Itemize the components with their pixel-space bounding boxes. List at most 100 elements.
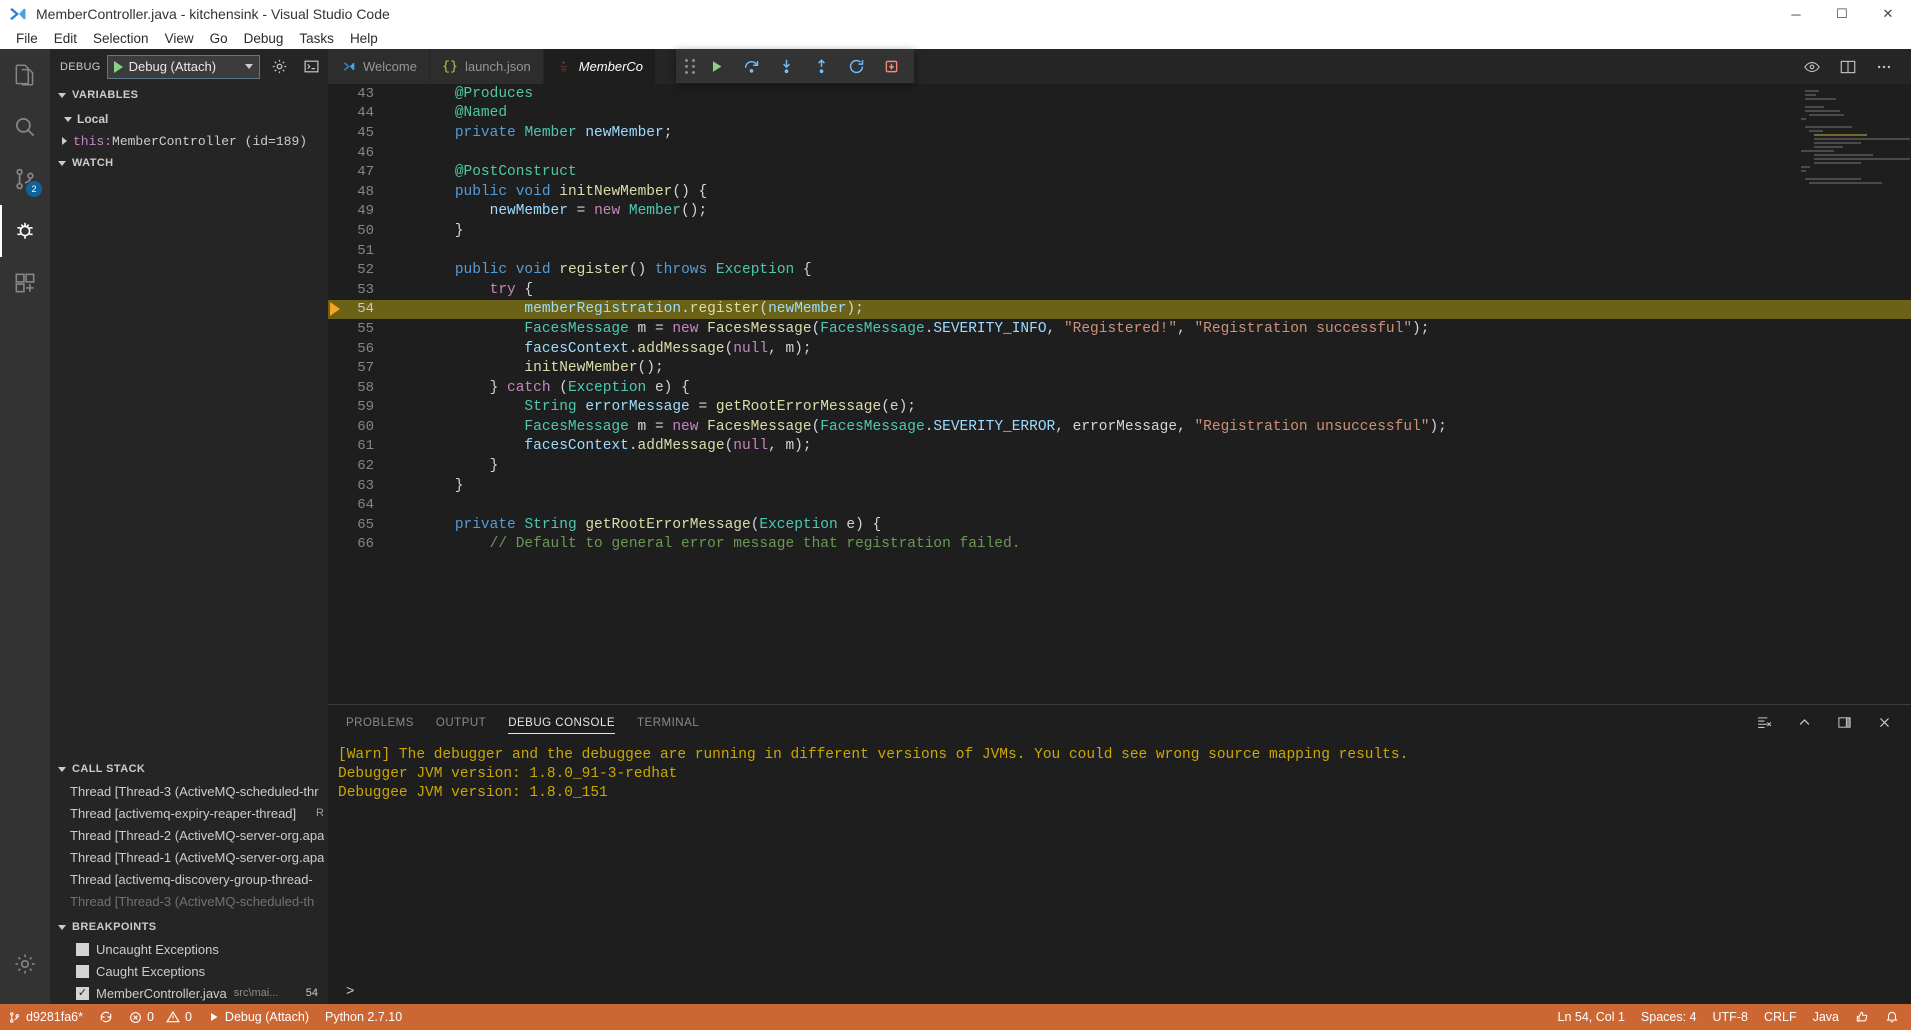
menu-help[interactable]: Help xyxy=(342,28,386,49)
menu-view[interactable]: View xyxy=(157,28,202,49)
tab-launch-json[interactable]: {} launch.json xyxy=(429,49,544,84)
breakpoint-arrow-icon[interactable] xyxy=(330,302,340,317)
code-line[interactable]: 59 String errorMessage = getRootErrorMes… xyxy=(328,398,1911,418)
code-line[interactable]: 49 newMember = new Member(); xyxy=(328,202,1911,222)
callstack-row[interactable]: Thread [activemq-discovery-group-thread- xyxy=(50,868,328,890)
continue-button[interactable] xyxy=(700,51,733,81)
clear-console-icon[interactable] xyxy=(1751,710,1777,736)
status-branch[interactable]: d9281fa6* xyxy=(0,1004,91,1030)
code-line[interactable]: 56 facesContext.addMessage(null, m); xyxy=(328,339,1911,359)
menu-selection[interactable]: Selection xyxy=(85,28,157,49)
tab-debug-console[interactable]: DEBUG CONSOLE xyxy=(508,705,615,740)
debug-settings-gear-icon[interactable] xyxy=(266,54,292,80)
code-line[interactable]: 46 xyxy=(328,143,1911,163)
variables-scope-local[interactable]: Local xyxy=(50,108,328,130)
breakpoints-section-header[interactable]: BREAKPOINTS xyxy=(50,916,328,938)
code-line[interactable]: 55 FacesMessage m = new FacesMessage(Fac… xyxy=(328,319,1911,339)
status-feedback-icon[interactable] xyxy=(1847,1004,1877,1030)
activity-gear-icon[interactable] xyxy=(0,938,50,990)
tab-terminal[interactable]: TERMINAL xyxy=(637,705,699,740)
code-line[interactable]: 53 try { xyxy=(328,280,1911,300)
breakpoint-row[interactable]: Caught Exceptions xyxy=(50,960,328,982)
menu-tasks[interactable]: Tasks xyxy=(291,28,342,49)
breakpoint-row[interactable]: Uncaught Exceptions xyxy=(50,938,328,960)
code-line[interactable]: 47 @PostConstruct xyxy=(328,162,1911,182)
debug-configuration-select[interactable]: Debug (Attach) xyxy=(106,54,260,79)
activity-extensions-icon[interactable] xyxy=(0,257,50,309)
breakpoint-checkbox[interactable] xyxy=(76,986,89,1000)
step-over-button[interactable] xyxy=(735,51,768,81)
code-line[interactable]: 54 memberRegistration.register(newMember… xyxy=(328,299,1911,320)
drag-grip-icon[interactable] xyxy=(682,56,698,76)
tab-membercontroller[interactable]: MemberCon xyxy=(543,49,656,84)
code-line[interactable]: 43 @Produces xyxy=(328,84,1911,104)
code-line[interactable]: 57 initNewMember(); xyxy=(328,358,1911,378)
tab-output[interactable]: OUTPUT xyxy=(436,705,486,740)
code-line[interactable]: 61 facesContext.addMessage(null, m); xyxy=(328,437,1911,457)
step-into-button[interactable] xyxy=(770,51,803,81)
activity-explorer-icon[interactable] xyxy=(0,49,50,101)
activity-source-control-icon[interactable]: 2 xyxy=(0,153,50,205)
maximize-panel-icon[interactable] xyxy=(1791,710,1817,736)
status-problems[interactable]: 0 0 xyxy=(121,1004,200,1030)
floating-debug-toolbar[interactable] xyxy=(676,49,914,83)
breakpoint-checkbox[interactable] xyxy=(76,942,89,956)
stop-button[interactable] xyxy=(875,51,908,81)
menu-debug[interactable]: Debug xyxy=(236,28,292,49)
callstack-row[interactable]: Thread [Thread-1 (ActiveMQ-server-org.ap… xyxy=(50,846,328,868)
status-python-version[interactable]: Python 2.7.10 xyxy=(317,1004,410,1030)
breakpoint-row[interactable]: MemberController.java src\mai... 54 xyxy=(50,982,328,1004)
callstack-row[interactable]: Thread [Thread-3 (ActiveMQ-scheduled-th xyxy=(50,890,328,912)
menu-file[interactable]: File xyxy=(8,28,46,49)
menu-go[interactable]: Go xyxy=(202,28,236,49)
watch-section-header[interactable]: WATCH xyxy=(50,152,328,174)
code-line[interactable]: 44 @Named xyxy=(328,104,1911,124)
chevron-down-icon[interactable] xyxy=(245,64,253,69)
code-content[interactable]: 43 @Produces 44 @Named 45 private Member n… xyxy=(328,84,1911,704)
code-line[interactable]: 66 // Default to general error message t… xyxy=(328,535,1911,555)
code-line[interactable]: 58 } catch (Exception e) { xyxy=(328,378,1911,398)
open-debug-console-icon[interactable] xyxy=(298,54,324,80)
activity-debug-icon[interactable] xyxy=(0,205,50,257)
code-line[interactable]: 51 xyxy=(328,241,1911,261)
restart-button[interactable] xyxy=(840,51,873,81)
code-line[interactable]: 52 public void register() throws Excepti… xyxy=(328,260,1911,280)
status-sync[interactable] xyxy=(91,1004,121,1030)
preview-icon[interactable] xyxy=(1799,54,1825,80)
tab-welcome[interactable]: Welcome xyxy=(328,49,430,84)
status-indentation[interactable]: Spaces: 4 xyxy=(1633,1004,1705,1030)
status-language-mode[interactable]: Java xyxy=(1805,1004,1847,1030)
split-editor-icon[interactable] xyxy=(1835,54,1861,80)
close-button[interactable]: ✕ xyxy=(1865,0,1911,28)
close-panel-icon[interactable] xyxy=(1871,710,1897,736)
code-line[interactable]: 64 xyxy=(328,495,1911,515)
code-line[interactable]: 60 FacesMessage m = new FacesMessage(Fac… xyxy=(328,417,1911,437)
play-icon[interactable] xyxy=(113,60,123,73)
callstack-row[interactable]: Thread [activemq-expiry-reaper-thread] R xyxy=(50,802,328,824)
status-encoding[interactable]: UTF-8 xyxy=(1705,1004,1756,1030)
status-cursor-position[interactable]: Ln 54, Col 1 xyxy=(1550,1004,1633,1030)
breakpoint-checkbox[interactable] xyxy=(76,964,89,978)
code-line[interactable]: 50 } xyxy=(328,221,1911,241)
code-editor[interactable]: 43 @Produces 44 @Named 45 private Member n… xyxy=(328,84,1911,704)
callstack-row[interactable]: Thread [Thread-3 (ActiveMQ-scheduled-thr xyxy=(50,780,328,802)
callstack-section-header[interactable]: CALL STACK xyxy=(50,758,328,780)
minimap[interactable] xyxy=(1801,90,1910,250)
chevron-right-icon[interactable] xyxy=(62,137,67,145)
status-eol[interactable]: CRLF xyxy=(1756,1004,1805,1030)
toggle-sidebar-icon[interactable] xyxy=(1831,710,1857,736)
watch-body[interactable] xyxy=(50,174,328,758)
code-line[interactable]: 45 private Member newMember; xyxy=(328,123,1911,143)
callstack-row[interactable]: Thread [Thread-2 (ActiveMQ-server-org.ap… xyxy=(50,824,328,846)
code-line[interactable]: 48 public void initNewMember() { xyxy=(328,182,1911,202)
debug-console-input[interactable]: > xyxy=(328,980,1911,1004)
code-line[interactable]: 65 private String getRootErrorMessage(Ex… xyxy=(328,515,1911,535)
tab-problems[interactable]: PROBLEMS xyxy=(346,705,414,740)
debug-console-output[interactable]: [Warn] The debugger and the debuggee are… xyxy=(328,740,1911,1004)
variables-section-header[interactable]: VARIABLES xyxy=(50,84,328,106)
step-out-button[interactable] xyxy=(805,51,838,81)
maximize-button[interactable]: ☐ xyxy=(1819,0,1865,28)
status-bell-icon[interactable] xyxy=(1877,1004,1911,1030)
activity-search-icon[interactable] xyxy=(0,101,50,153)
menu-edit[interactable]: Edit xyxy=(46,28,85,49)
